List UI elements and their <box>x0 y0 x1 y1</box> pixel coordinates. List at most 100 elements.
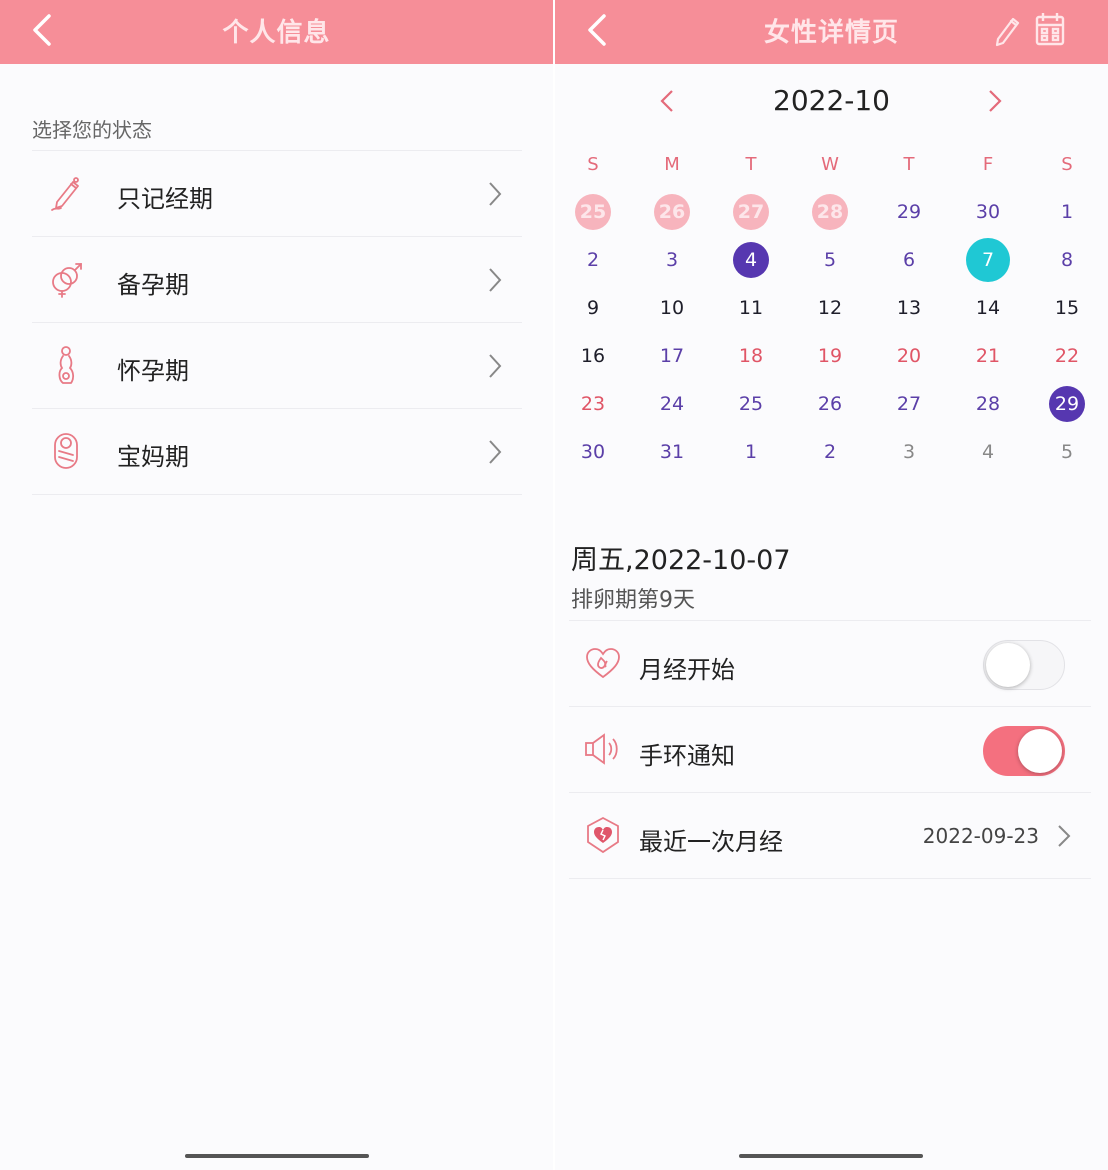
calendar-day[interactable]: 12 <box>791 284 869 332</box>
option-last-period[interactable]: 最近一次月经 2022-09-23 <box>569 793 1091 879</box>
baby-icon <box>48 431 84 471</box>
calendar-day[interactable]: 21 <box>949 332 1027 380</box>
month-navigator: 2022-10 <box>555 80 1108 124</box>
day-number: 2 <box>823 441 837 463</box>
calendar-day[interactable]: 19 <box>791 332 869 380</box>
back-button[interactable] <box>22 10 62 50</box>
home-indicator <box>739 1154 923 1158</box>
calendar-day[interactable]: 2 <box>791 428 869 476</box>
period-start-toggle[interactable] <box>983 640 1065 690</box>
calendar-day[interactable]: 27 <box>712 188 790 236</box>
status-item-pregnant[interactable]: 怀孕期 <box>32 323 522 409</box>
calendar-day[interactable]: 2 <box>555 236 632 284</box>
band-notify-toggle[interactable] <box>983 726 1065 776</box>
calendar-day[interactable]: 25 <box>555 188 632 236</box>
day-number: 29 <box>1049 386 1085 422</box>
calendar-day[interactable]: 25 <box>712 380 790 428</box>
calendar-day[interactable]: 24 <box>633 380 711 428</box>
calendar-day[interactable]: 1 <box>712 428 790 476</box>
calendar-week: 9 10 11 12 13 14 15 <box>555 284 1108 332</box>
weekday-label: M <box>664 153 680 175</box>
calendar-day[interactable]: 22 <box>1028 332 1106 380</box>
option-band-notify: 手环通知 <box>569 707 1091 793</box>
day-number: 2 <box>586 249 600 271</box>
day-number: 30 <box>580 441 606 463</box>
calendar-day[interactable]: 7 <box>949 236 1027 284</box>
calendar-day[interactable]: 20 <box>870 332 948 380</box>
calendar-day[interactable]: 17 <box>633 332 711 380</box>
status-item-trying[interactable]: 备孕期 <box>32 237 522 323</box>
calendar-day[interactable]: 29 <box>870 188 948 236</box>
next-month-button[interactable] <box>983 88 1007 114</box>
calendar-day[interactable]: 1 <box>1028 188 1106 236</box>
top-bar: 个人信息 <box>0 0 553 64</box>
calendar-day[interactable]: 6 <box>870 236 948 284</box>
day-number: 1 <box>744 441 758 463</box>
calendar-week: 16 17 18 19 20 21 22 <box>555 332 1108 380</box>
last-period-date: 2022-09-23 <box>922 824 1039 848</box>
calendar-week: 30 31 1 2 3 4 5 <box>555 428 1108 476</box>
chevron-right-icon <box>489 354 502 378</box>
day-number: 1 <box>1060 201 1074 223</box>
day-number: 21 <box>975 345 1001 367</box>
back-arrow-icon <box>33 14 51 46</box>
calendar-day[interactable]: 9 <box>555 284 632 332</box>
day-number: 26 <box>654 194 690 230</box>
status-label: 备孕期 <box>117 271 189 299</box>
screens: 个人信息 选择您的状态 只记经期 备孕期 怀孕期 宝妈期 女性详情页 2022-… <box>0 0 1108 1170</box>
calendar-day[interactable]: 14 <box>949 284 1027 332</box>
calendar-day[interactable]: 15 <box>1028 284 1106 332</box>
chevron-right-icon <box>1058 825 1071 847</box>
calendar-day[interactable]: 29 <box>1028 380 1106 428</box>
weekday-label: T <box>745 153 757 175</box>
status-item-period-only[interactable]: 只记经期 <box>32 151 522 237</box>
status-item-mom[interactable]: 宝妈期 <box>32 409 522 495</box>
day-number: 8 <box>1060 249 1074 271</box>
calendar-day[interactable]: 23 <box>555 380 632 428</box>
toggle-knob <box>986 643 1030 687</box>
day-number: 4 <box>981 441 995 463</box>
calendar-day[interactable]: 3 <box>633 236 711 284</box>
page-title: 个人信息 <box>222 18 331 48</box>
day-number: 3 <box>902 441 916 463</box>
calendar-day[interactable]: 26 <box>633 188 711 236</box>
day-number: 23 <box>580 393 606 415</box>
calendar-day[interactable]: 31 <box>633 428 711 476</box>
back-button[interactable] <box>577 10 617 50</box>
day-number: 25 <box>738 393 764 415</box>
calendar-button[interactable] <box>1032 8 1068 50</box>
calendar-day[interactable]: 16 <box>555 332 632 380</box>
calendar-day[interactable]: 13 <box>870 284 948 332</box>
calendar-day[interactable]: 26 <box>791 380 869 428</box>
calendar-day[interactable]: 30 <box>949 188 1027 236</box>
calendar-day[interactable]: 8 <box>1028 236 1106 284</box>
weekday-label: S <box>1061 153 1073 175</box>
calendar-day[interactable]: 4 <box>712 236 790 284</box>
calendar-day[interactable]: 27 <box>870 380 948 428</box>
day-number: 22 <box>1054 345 1080 367</box>
day-number: 24 <box>659 393 685 415</box>
calendar-day[interactable]: 28 <box>949 380 1027 428</box>
weekday-label: S <box>587 153 599 175</box>
cycle-phase: 排卵期第9天 <box>571 588 695 613</box>
calendar-week: 2 3 4 5 6 7 8 <box>555 236 1108 284</box>
calendar-day[interactable]: 28 <box>791 188 869 236</box>
edit-button[interactable] <box>990 10 1024 50</box>
weekday-label: W <box>821 153 839 175</box>
calendar-day[interactable]: 30 <box>555 428 632 476</box>
calendar-day[interactable]: 3 <box>870 428 948 476</box>
day-number: 5 <box>1060 441 1074 463</box>
calendar-day[interactable]: 5 <box>791 236 869 284</box>
day-number: 11 <box>738 297 764 319</box>
day-number: 6 <box>902 249 916 271</box>
pregnant-icon <box>48 345 84 385</box>
calendar-day[interactable]: 18 <box>712 332 790 380</box>
weekday-label: T <box>903 153 915 175</box>
option-period-start: 月经开始 <box>569 621 1091 707</box>
calendar-day[interactable]: 10 <box>633 284 711 332</box>
day-number: 18 <box>738 345 764 367</box>
calendar-day[interactable]: 5 <box>1028 428 1106 476</box>
day-number: 10 <box>659 297 685 319</box>
calendar-day[interactable]: 11 <box>712 284 790 332</box>
calendar-day[interactable]: 4 <box>949 428 1027 476</box>
